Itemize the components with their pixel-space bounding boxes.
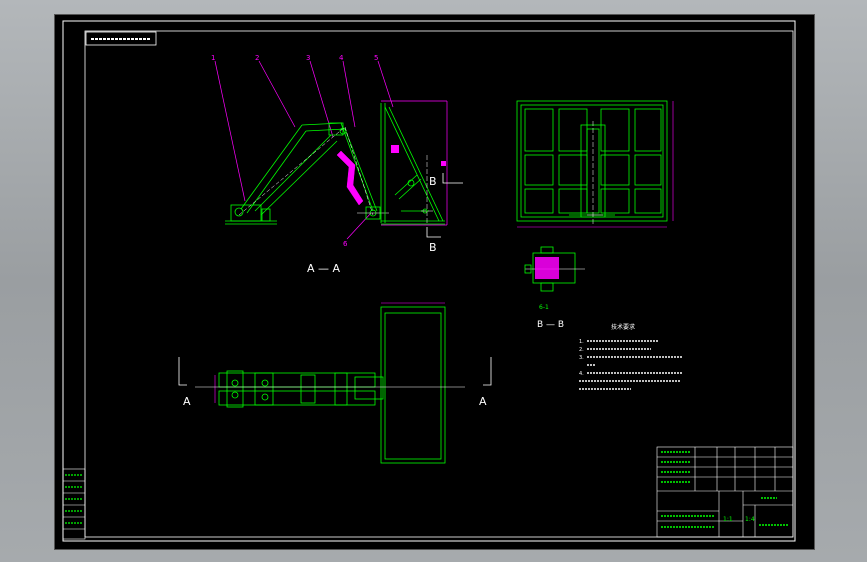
section-a-left: A (183, 395, 191, 408)
note-3: 3. (579, 355, 584, 361)
section-a-right: A (479, 395, 487, 408)
engineering-drawing: 1 2 3 4 5 6 B B A — A 6-1 B — B A A 技术要求… (62, 20, 796, 542)
title-block (656, 446, 794, 538)
plan-view-linkage (218, 370, 384, 408)
balloon-5: 5 (374, 54, 378, 62)
frame-marker (441, 161, 446, 166)
grid-center-lines (587, 121, 603, 225)
bottom-pivot (357, 206, 389, 220)
grid-panel-view (516, 100, 668, 222)
detail-hatch (535, 257, 559, 279)
plan-view-panel (380, 306, 446, 464)
detail-label: 6-1 (539, 304, 549, 311)
notes-heading: 技术要求 (611, 323, 635, 331)
balloon-3: 3 (306, 54, 310, 62)
note-4: 4. (579, 371, 584, 377)
revision-strip-fills (65, 474, 83, 524)
section-b-top: B (429, 175, 437, 188)
hydraulic-cylinder (336, 150, 364, 206)
section-b-bottom: B (429, 241, 437, 254)
balloon-1: 1 (211, 54, 215, 62)
sheet-inner-border (84, 30, 794, 538)
sheet-text: 1:1 (723, 516, 733, 523)
balloon-6: 6 (343, 240, 348, 248)
cad-viewport[interactable]: 1 2 3 4 5 6 B B A — A 6-1 B — B A A 技术要求… (54, 14, 815, 550)
balloon-2: 2 (255, 54, 259, 62)
balloon-4: 4 (339, 54, 344, 62)
section-bb-label: B — B (537, 320, 564, 330)
section-aa-label: A — A (307, 262, 341, 275)
note-1: 1. (579, 339, 584, 345)
mount-frame (380, 103, 445, 225)
plan-dimensions (214, 302, 445, 403)
revision-strip (62, 468, 86, 540)
grid-dimensions (517, 101, 674, 228)
notes-scribble (579, 340, 683, 390)
scale-text: 1:4 (745, 516, 755, 523)
note-2: 2. (579, 347, 584, 353)
